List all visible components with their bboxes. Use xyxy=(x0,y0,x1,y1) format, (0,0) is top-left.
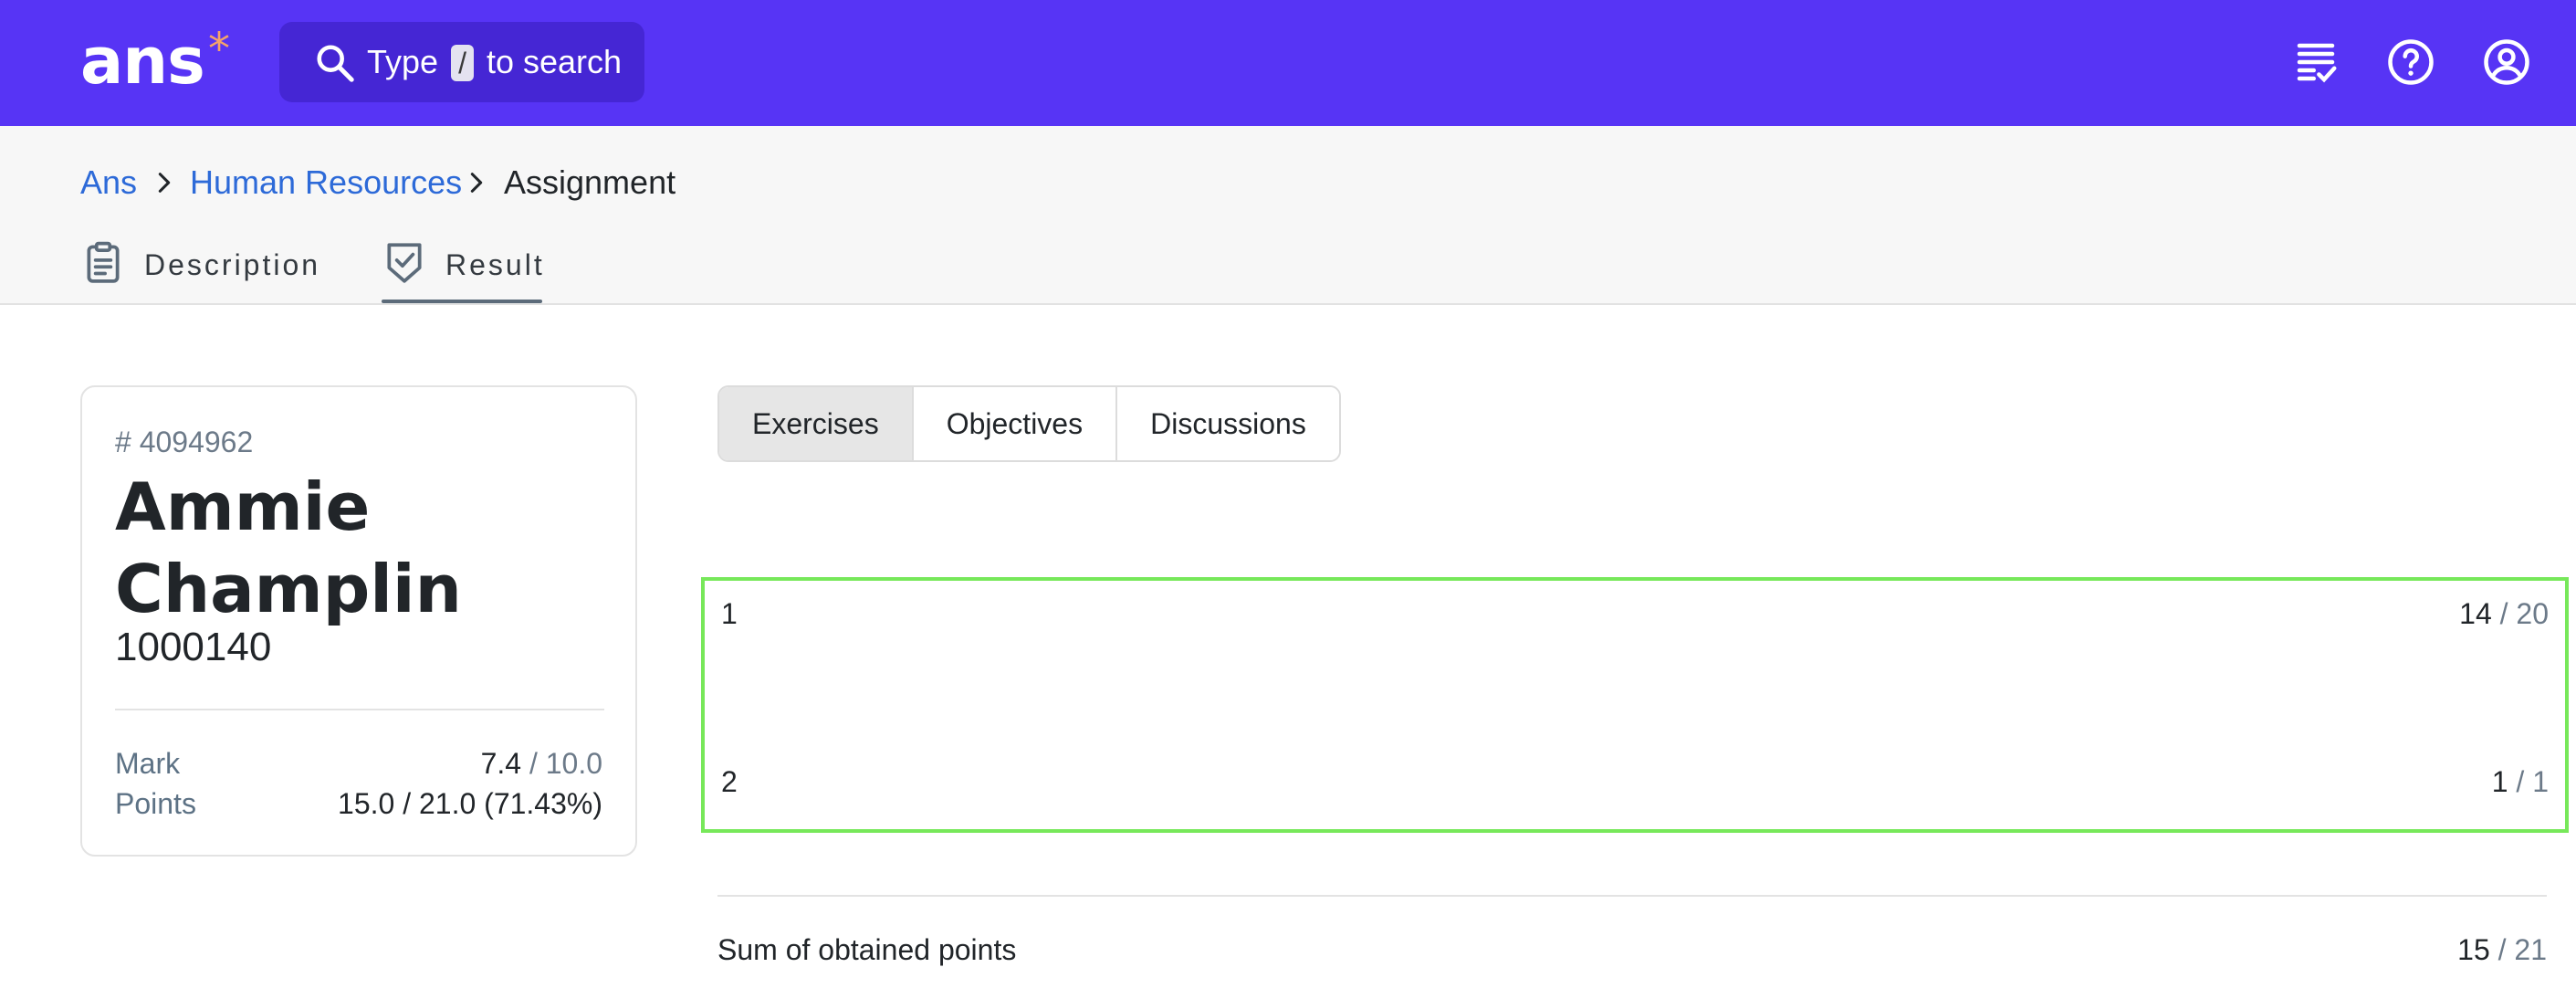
tab-result-label: Result xyxy=(445,248,545,281)
exercise-score: 14 / 20 xyxy=(2459,594,2549,634)
mark-label: Mark xyxy=(115,747,181,780)
search-icon xyxy=(317,45,354,82)
student-number: 1000140 xyxy=(115,625,272,669)
checklist-icon[interactable] xyxy=(2291,37,2340,87)
search-shortcut-key: / xyxy=(451,45,474,81)
list-item[interactable]: 1 14 / 20 xyxy=(721,594,2549,634)
sum-label: Sum of obtained points xyxy=(717,933,1017,966)
breadcrumb-assignment: Assignment xyxy=(504,163,676,201)
search-hint-prefix: Type xyxy=(367,43,439,80)
exercise-number: 2 xyxy=(721,765,738,798)
points-value: 15.0 / 21.0 (71.43%) xyxy=(338,787,602,820)
shield-check-icon xyxy=(387,243,422,283)
search-button[interactable]: Type / to search xyxy=(279,22,644,102)
exercise-obtained: 14 xyxy=(2459,597,2492,630)
app-logo[interactable]: ans xyxy=(80,20,205,102)
search-hint: Type / to search xyxy=(367,42,622,82)
submission-id: # 4094962 xyxy=(115,426,254,458)
exercise-obtained: 1 xyxy=(2491,765,2508,798)
logo-mark: * xyxy=(208,24,230,75)
clipboard-icon xyxy=(87,241,120,283)
chevron-right-icon xyxy=(158,173,171,193)
card-divider xyxy=(115,709,604,710)
exercise-number: 1 xyxy=(721,597,738,630)
active-tab-indicator xyxy=(382,300,542,303)
segment-exercises[interactable]: Exercises xyxy=(719,387,914,460)
chevron-right-icon xyxy=(470,173,483,193)
sum-total: / 21 xyxy=(2497,933,2547,966)
list-item[interactable]: 2 1 / 1 xyxy=(721,762,2549,802)
account-icon[interactable] xyxy=(2482,37,2531,87)
mark-max: / 10.0 xyxy=(529,747,602,780)
search-hint-suffix: to search xyxy=(486,43,623,80)
top-bar: ans * Type / to search xyxy=(0,0,2576,126)
help-icon[interactable] xyxy=(2386,37,2435,87)
mark-value: 7.4 / 10.0 xyxy=(481,745,602,782)
student-name: Ammie Champlin xyxy=(115,468,462,627)
mark-obtained: 7.4 xyxy=(480,747,522,780)
points-label: Points xyxy=(115,787,196,820)
segment-discussions[interactable]: Discussions xyxy=(1117,387,1339,460)
breadcrumb-human-resources[interactable]: Human Resources xyxy=(190,163,462,203)
segment-objectives[interactable]: Objectives xyxy=(913,387,1118,460)
result-view-switcher: Exercises Objectives Discussions xyxy=(717,385,1341,462)
exercise-list: 1 14 / 20 2 1 / 1 xyxy=(701,577,2569,833)
tab-result[interactable]: Result xyxy=(382,237,542,303)
student-card: # 4094962 Ammie Champlin 1000140 Mark 7.… xyxy=(80,385,637,857)
sum-divider xyxy=(717,895,2547,897)
sum-value: 15 / 21 xyxy=(2457,931,2547,968)
tab-description[interactable]: Description xyxy=(80,237,327,303)
exercise-total: / 20 xyxy=(2499,597,2549,630)
exercise-total: / 1 xyxy=(2516,765,2549,798)
breadcrumb-ans[interactable]: Ans xyxy=(80,163,137,203)
exercise-score: 1 / 1 xyxy=(2492,762,2549,802)
sum-obtained: 15 xyxy=(2457,933,2490,966)
tab-description-label: Description xyxy=(144,248,321,281)
